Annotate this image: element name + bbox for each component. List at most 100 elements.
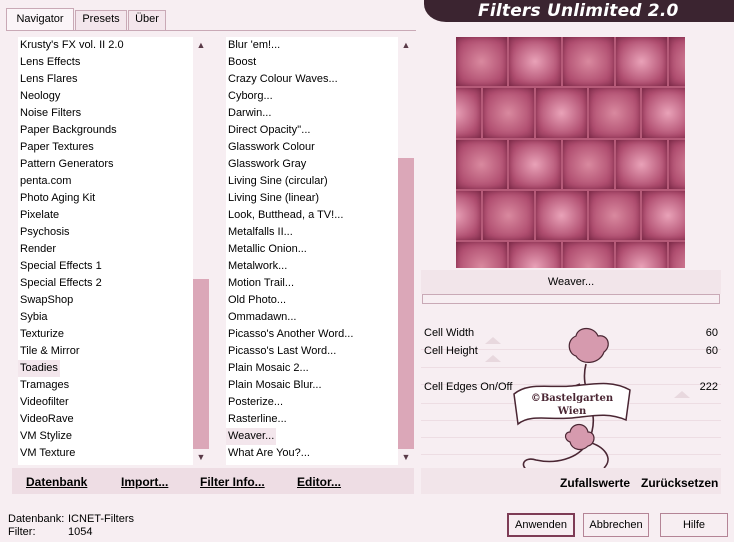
apply-button[interactable]: Anwenden xyxy=(507,513,575,537)
list-item[interactable]: Glasswork Gray xyxy=(226,156,398,173)
reset-button[interactable]: Zurücksetzen xyxy=(641,476,718,490)
preview-tile xyxy=(562,242,614,268)
filter-info-button[interactable]: Filter Info... xyxy=(200,475,265,489)
list-item-label: Paper Backgrounds xyxy=(20,124,117,136)
list-item-label: Neology xyxy=(20,90,61,102)
list-item[interactable]: Tile & Mirror xyxy=(18,343,193,360)
list-item[interactable]: penta.com xyxy=(18,173,193,190)
list-item[interactable]: Metalwork... xyxy=(226,258,398,275)
list-item-label: VM Texture xyxy=(20,447,76,459)
preview-image xyxy=(456,37,685,268)
list-item[interactable]: Plain Mosaic Blur... xyxy=(226,377,398,394)
tab-navigator[interactable]: Navigator xyxy=(6,8,74,30)
list-item[interactable]: Direct Opacity''... xyxy=(226,122,398,139)
list-item[interactable]: VM Texture xyxy=(18,445,193,462)
list-item[interactable]: Texturize xyxy=(18,326,193,343)
list-item-label: Texturize xyxy=(20,328,65,340)
list-item-label: Look, Butthead, a TV!... xyxy=(228,209,344,221)
datenbank-button[interactable]: Datenbank xyxy=(26,475,87,489)
list-item-label: Plain Mosaic 2... xyxy=(228,362,309,374)
list-item[interactable]: Living Sine (linear) xyxy=(226,190,398,207)
cancel-button[interactable]: Abbrechen xyxy=(583,513,649,537)
list-item[interactable]: Render xyxy=(18,241,193,258)
list-item[interactable]: Paper Backgrounds xyxy=(18,122,193,139)
scroll-up-icon[interactable]: ▲ xyxy=(398,37,414,53)
list-item[interactable]: Blur 'em!... xyxy=(226,37,398,54)
slider-knob[interactable] xyxy=(485,355,501,362)
list-item[interactable]: Motion Trail... xyxy=(226,275,398,292)
list-item[interactable]: Living Sine (circular) xyxy=(226,173,398,190)
scroll-thumb[interactable] xyxy=(398,158,414,449)
list-item-label: Special Effects 2 xyxy=(20,277,102,289)
list-item[interactable]: Glasswork Colour xyxy=(226,139,398,156)
slider-knob[interactable] xyxy=(674,391,690,398)
list-item[interactable]: Picasso's Last Word... xyxy=(226,343,398,360)
list-item[interactable]: VM Stylize xyxy=(18,428,193,445)
list-item[interactable]: Lens Flares xyxy=(18,71,193,88)
list-item-label: VM Stylize xyxy=(20,430,72,442)
list-item[interactable]: VideoRave xyxy=(18,411,193,428)
list-item[interactable]: Look, Butthead, a TV!... xyxy=(226,207,398,224)
list-item[interactable]: Lens Effects xyxy=(18,54,193,71)
import-button[interactable]: Import... xyxy=(121,475,168,489)
list-item-label: Weaver... xyxy=(226,428,277,445)
list-item[interactable]: Neology xyxy=(18,88,193,105)
list-item[interactable]: Photo Aging Kit xyxy=(18,190,193,207)
preview-tile xyxy=(615,37,668,87)
list-item-label: Noise Filters xyxy=(20,107,82,119)
list-item-label: Motion Trail... xyxy=(228,277,295,289)
list-item[interactable]: Noise Filters xyxy=(18,105,193,122)
list-item[interactable]: Posterize... xyxy=(226,394,398,411)
list-item[interactable]: Darwin... xyxy=(226,105,398,122)
editor-button[interactable]: Editor... xyxy=(297,475,341,489)
list-item-label: Picasso's Another Word... xyxy=(228,328,354,340)
list-item[interactable]: Picasso's Another Word... xyxy=(226,326,398,343)
list-item-label: Cyborg... xyxy=(228,90,273,102)
preview-tile xyxy=(589,88,641,138)
list-item[interactable]: Crazy Colour Waves... xyxy=(226,71,398,88)
list-item[interactable]: Sybia xyxy=(18,309,193,326)
status-db-label: Datenbank: xyxy=(8,513,65,525)
list-item[interactable]: Metalfalls II... xyxy=(226,224,398,241)
list-item[interactable]: Boost xyxy=(226,54,398,71)
preview-tile xyxy=(456,37,508,87)
preview-tile xyxy=(456,191,481,241)
random-values-button[interactable]: Zufallswerte xyxy=(560,476,630,490)
tab-presets[interactable]: Presets xyxy=(75,10,127,30)
help-button[interactable]: Hilfe xyxy=(660,513,728,537)
list-item-label: Boost xyxy=(228,56,257,68)
list-item[interactable]: Metallic Onion... xyxy=(226,241,398,258)
list-item[interactable]: Cyborg... xyxy=(226,88,398,105)
list-item[interactable]: Pattern Generators xyxy=(18,156,193,173)
list-item-label: Metallic Onion... xyxy=(228,243,307,255)
category-scrollbar[interactable]: ▲ ▼ xyxy=(193,37,209,465)
list-item[interactable]: What Are You?... xyxy=(226,445,398,462)
scroll-up-icon[interactable]: ▲ xyxy=(193,37,209,53)
filter-scrollbar[interactable]: ▲ ▼ xyxy=(398,37,414,465)
category-list[interactable]: Krusty's FX vol. II 2.0 Lens Effects Lens … xyxy=(18,37,193,465)
scroll-thumb[interactable] xyxy=(193,279,209,449)
list-item[interactable]: Toadies xyxy=(18,360,193,377)
preview-tile xyxy=(669,242,685,268)
list-item[interactable]: Pixelate xyxy=(18,207,193,224)
filter-list[interactable]: Blur 'em!... Boost Crazy Colour Waves... Cy… xyxy=(226,37,398,465)
list-item[interactable]: Krusty's FX vol. II 2.0 xyxy=(18,37,193,54)
list-item[interactable]: Paper Textures xyxy=(18,139,193,156)
list-item[interactable]: Special Effects 1 xyxy=(18,258,193,275)
tab-uber[interactable]: Über xyxy=(128,10,166,30)
list-item[interactable]: Weaver... xyxy=(226,428,398,445)
preview-tile xyxy=(669,139,685,189)
list-item[interactable]: Psychosis xyxy=(18,224,193,241)
list-item[interactable]: Plain Mosaic 2... xyxy=(226,360,398,377)
scroll-down-icon[interactable]: ▼ xyxy=(398,449,414,465)
list-item-label: What Are You?... xyxy=(228,447,310,459)
list-item[interactable]: Special Effects 2 xyxy=(18,275,193,292)
list-item[interactable]: Rasterline... xyxy=(226,411,398,428)
scroll-down-icon[interactable]: ▼ xyxy=(193,449,209,465)
list-item[interactable]: Videofilter xyxy=(18,394,193,411)
list-item[interactable]: Tramages xyxy=(18,377,193,394)
list-item[interactable]: Ommadawn... xyxy=(226,309,398,326)
filter-name-label: Weaver... xyxy=(421,270,721,294)
list-item[interactable]: SwapShop xyxy=(18,292,193,309)
list-item[interactable]: Old Photo... xyxy=(226,292,398,309)
